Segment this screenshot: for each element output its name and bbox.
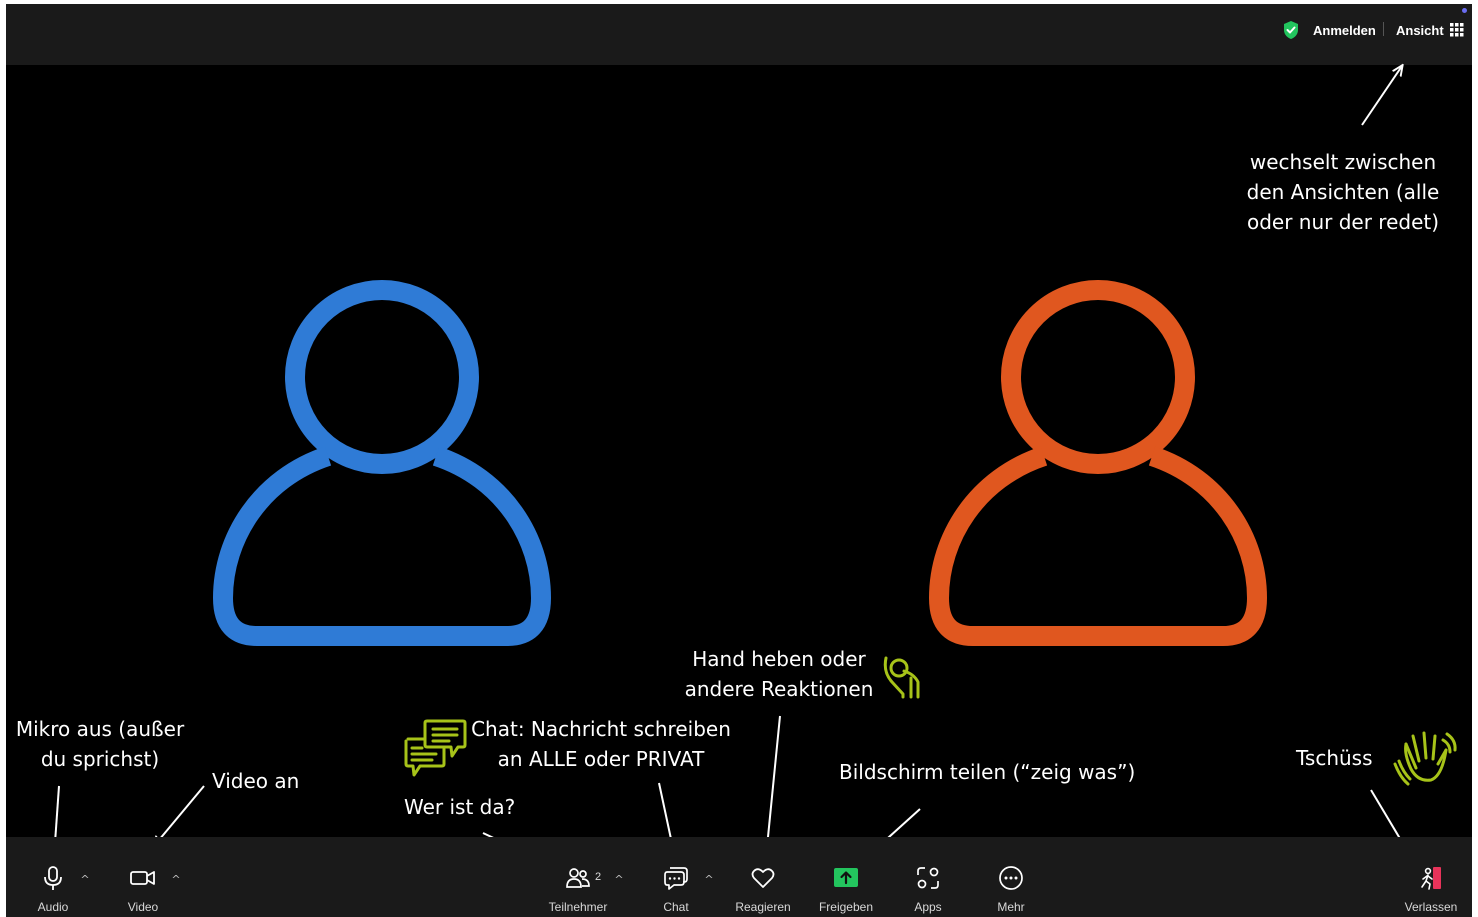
- leave-door-icon: [1421, 867, 1441, 890]
- audio-label: Audio: [37, 900, 69, 914]
- waving-hand-icon: [1393, 731, 1457, 786]
- chat-bubble-icon: [664, 867, 688, 890]
- hand-annotation: Hand heben oder andere Reaktionen: [674, 644, 884, 704]
- video-label: Video: [127, 900, 159, 914]
- green-shield-check-icon: [1284, 21, 1298, 39]
- chat-annotation: Chat: Nachricht schreiben an ALLE oder P…: [466, 714, 736, 774]
- participants-count-badge: 2: [595, 871, 602, 883]
- chat-annotation-line-1: Chat: Nachricht schreiben: [471, 717, 731, 741]
- arrow-to-react: [767, 715, 781, 847]
- more-label: Mehr: [997, 900, 1025, 914]
- video-options-caret[interactable]: ^: [170, 873, 182, 886]
- more-options-icon: [999, 866, 1023, 890]
- participants-label: Teilnehmer: [548, 900, 608, 914]
- mic-annotation: Mikro aus (außer du sprichst): [6, 714, 194, 774]
- apps-icon: [917, 867, 939, 889]
- chat-bubbles-icon: [404, 719, 467, 777]
- participant-2-avatar-icon: [929, 280, 1267, 646]
- participant-2-person-shape: [929, 280, 1267, 646]
- leave-label: Verlassen: [1404, 900, 1458, 914]
- apps-label: Apps: [914, 900, 942, 914]
- signin-label: Anmelden: [1313, 22, 1376, 38]
- heart-icon: [751, 868, 775, 888]
- share-button[interactable]: Freigeben: [806, 865, 886, 917]
- participants-button[interactable]: 2 Teilnehmer: [538, 865, 618, 917]
- audio-options-caret[interactable]: ^: [79, 873, 91, 886]
- chat-label: Chat: [663, 900, 689, 914]
- more-button[interactable]: Mehr: [971, 865, 1051, 917]
- participants-icon: [566, 868, 590, 888]
- bye-annotation: Tschüss: [1296, 746, 1373, 770]
- leave-button[interactable]: Verlassen: [1391, 865, 1471, 917]
- view-annotation-line-3: oder nur der redet): [1246, 210, 1440, 234]
- participant-1-person-shape: [213, 280, 551, 646]
- top-bar: Anmelden Ansicht: [6, 4, 1472, 65]
- video-annotation: Video an: [212, 769, 300, 793]
- share-screen-icon: [834, 868, 858, 887]
- chat-annotation-line-2: an ALLE oder PRIVAT: [497, 747, 705, 771]
- raised-hand-icon: [883, 656, 920, 699]
- view-label: Ansicht: [1396, 22, 1444, 38]
- participants-options-caret[interactable]: ^: [613, 873, 625, 886]
- hand-annotation-line-2: andere Reaktionen: [684, 677, 874, 701]
- meeting-toolbar: Audio ^ Video ^ 2 Teilnehmer ^ Chat ^ Re…: [6, 837, 1472, 917]
- react-label: Reagieren: [735, 900, 791, 914]
- who-annotation: Wer ist da?: [404, 795, 516, 819]
- view-annotation-line-2: den Ansichten (alle: [1246, 180, 1440, 204]
- share-label: Freigeben: [818, 900, 874, 914]
- view-button[interactable]: Ansicht: [1396, 19, 1464, 41]
- chat-options-caret[interactable]: ^: [703, 873, 715, 886]
- view-annotation-line-1: wechselt zwischen: [1249, 150, 1437, 174]
- divider: [1383, 22, 1384, 36]
- status-dot: [1462, 8, 1467, 13]
- mic-annotation-line-2: du sprichst): [40, 747, 160, 771]
- apps-button[interactable]: Apps: [888, 865, 968, 917]
- hand-annotation-line-1: Hand heben oder: [692, 647, 866, 671]
- participant-1-avatar-icon: [213, 280, 551, 646]
- meeting-window: Anmelden Ansicht wechselt zwischen den A…: [6, 4, 1472, 917]
- view-annotation: wechselt zwischen den Ansichten (alle od…: [1233, 147, 1453, 237]
- video-camera-icon: [130, 871, 155, 885]
- mic-annotation-line-1: Mikro aus (außer: [15, 717, 185, 741]
- react-button[interactable]: Reagieren: [723, 865, 803, 917]
- grid-icon: [1449, 23, 1464, 37]
- microphone-icon: [44, 866, 62, 890]
- signin-button[interactable]: Anmelden: [1282, 19, 1376, 41]
- arrow-to-view: [1361, 66, 1402, 126]
- share-annotation: Bildschirm teilen (“zeig was”): [839, 760, 1136, 784]
